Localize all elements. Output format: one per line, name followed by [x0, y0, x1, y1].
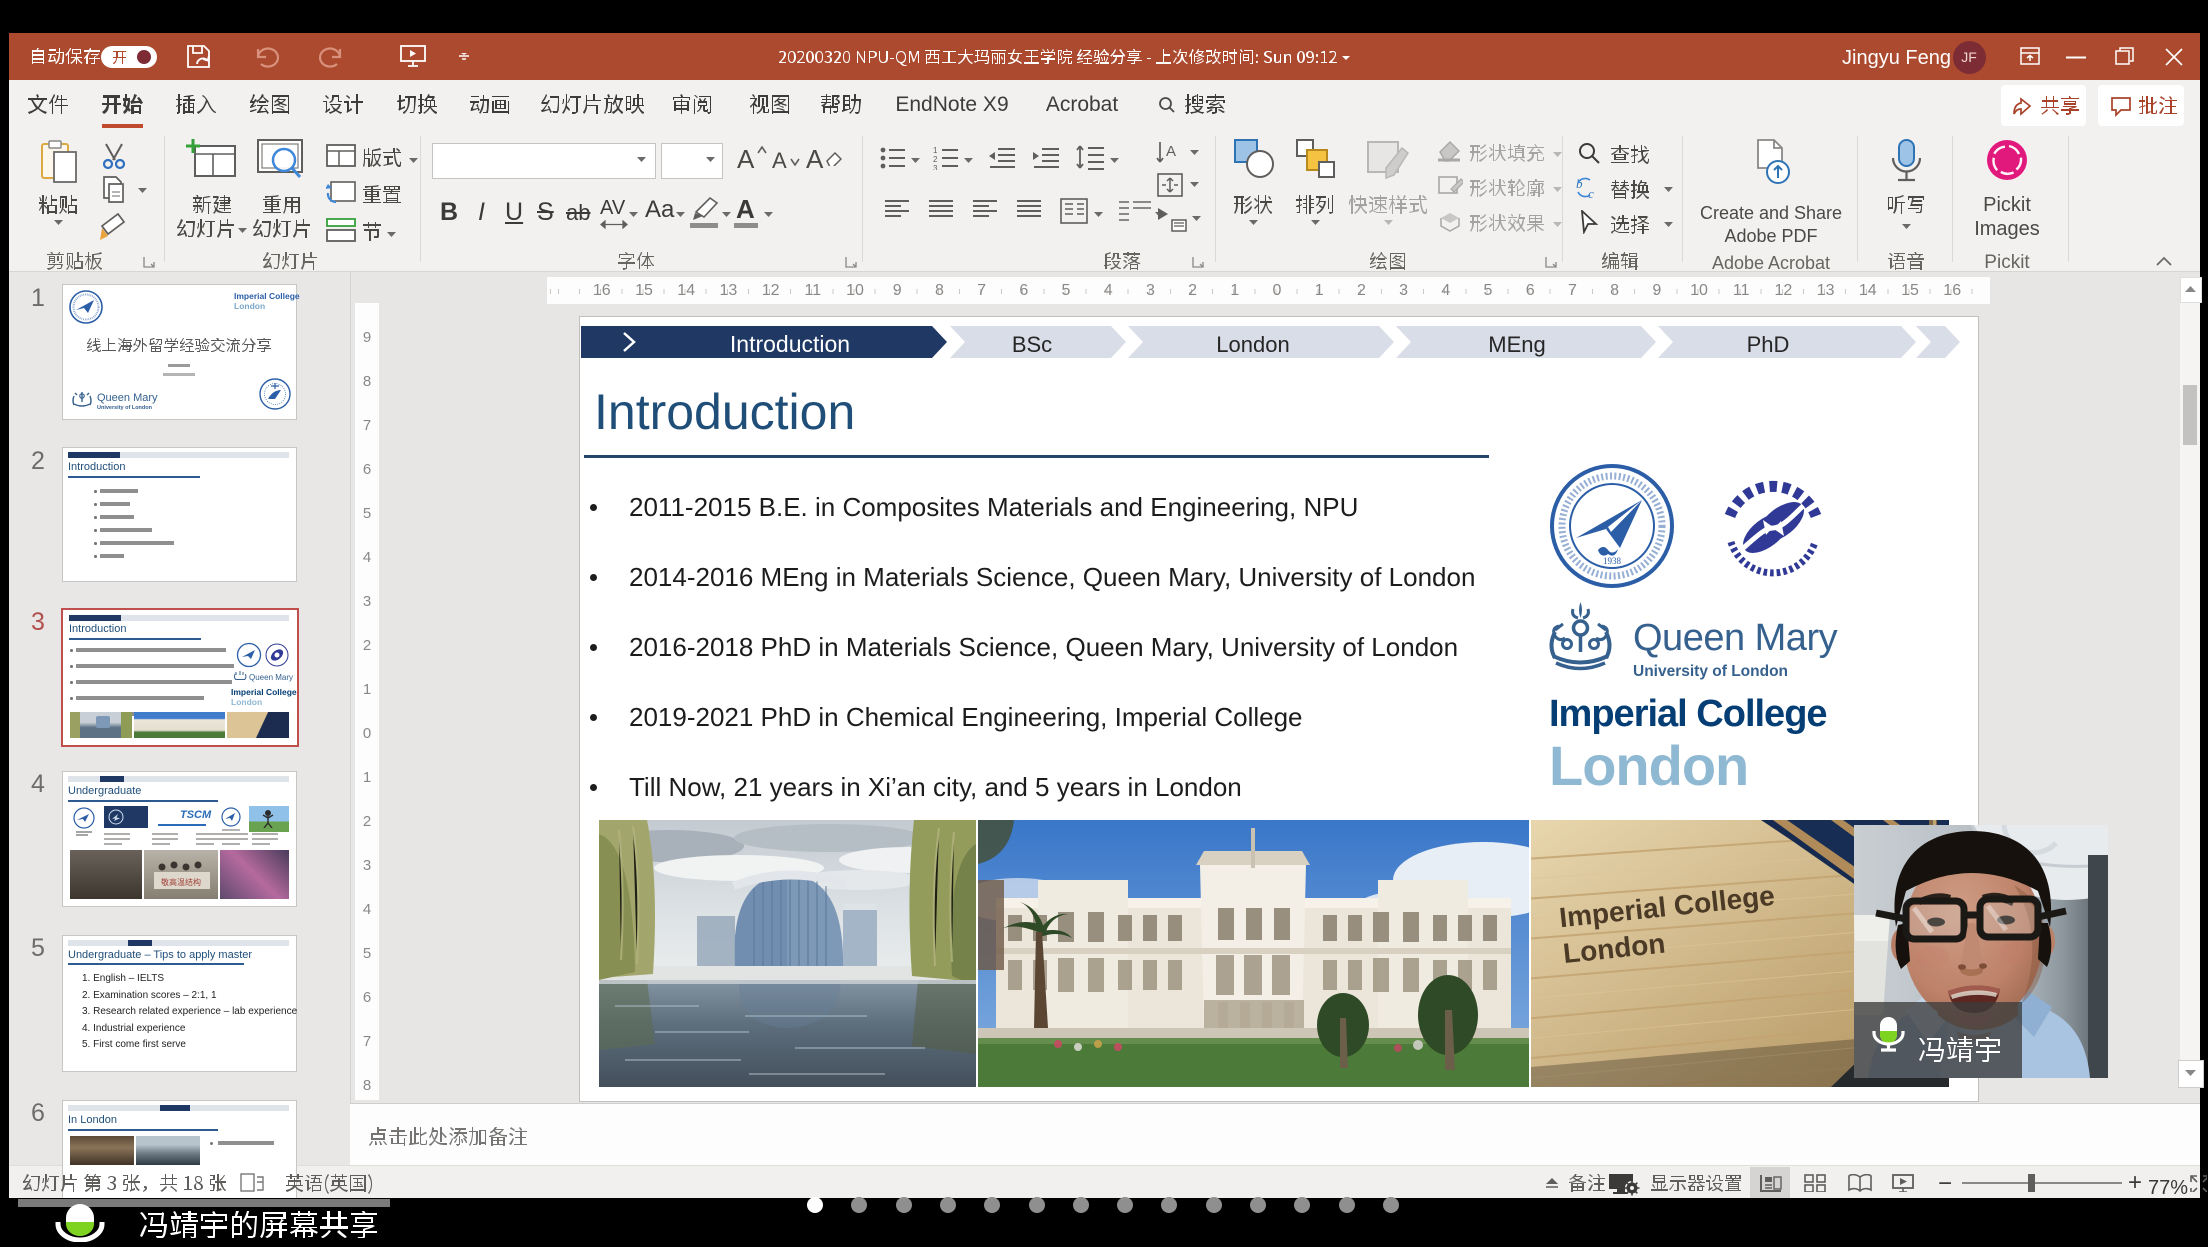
svg-text:1: 1	[933, 146, 938, 155]
svg-text:Queen Mary: Queen Mary	[249, 673, 293, 682]
svg-text:1938: 1938	[1603, 556, 1622, 566]
svg-text:Queen Mary: Queen Mary	[97, 392, 158, 404]
svg-text:敬高温结构: 敬高温结构	[161, 877, 201, 887]
svg-text:3: 3	[933, 164, 938, 170]
svg-text:University of London: University of London	[97, 405, 153, 410]
svg-text:2: 2	[933, 155, 938, 164]
svg-text:c: c	[1588, 186, 1594, 200]
svg-text:A: A	[1166, 143, 1176, 160]
